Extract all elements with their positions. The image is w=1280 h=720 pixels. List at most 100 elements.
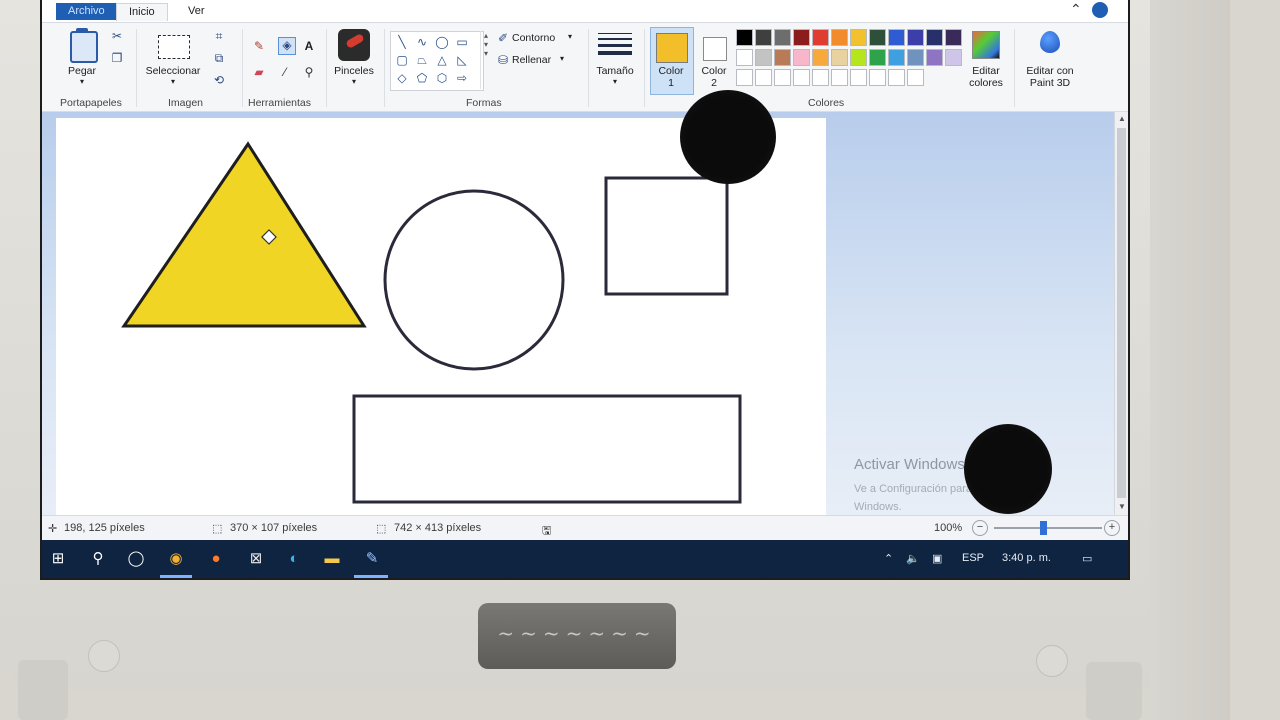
color-swatch[interactable] xyxy=(736,49,753,66)
cut-icon[interactable]: ✂ xyxy=(110,29,124,43)
show-hidden-icons-icon[interactable]: ⌃ xyxy=(884,552,893,565)
scroll-down-icon[interactable]: ▼ xyxy=(1115,502,1128,511)
color-swatch[interactable] xyxy=(755,49,772,66)
arrow-shape-icon[interactable]: ⇨ xyxy=(455,72,469,84)
color-swatch[interactable] xyxy=(888,49,905,66)
resize-icon[interactable]: ⧉ xyxy=(212,51,226,65)
tab-view[interactable]: Ver xyxy=(176,3,217,20)
color-swatch[interactable] xyxy=(793,49,810,66)
windows-start-icon[interactable]: ⊞ xyxy=(48,549,68,569)
color-swatch[interactable] xyxy=(793,69,810,86)
color-swatch[interactable] xyxy=(812,49,829,66)
text-tool-icon[interactable]: A xyxy=(302,39,316,53)
chrome-icon[interactable]: ◉ xyxy=(166,549,186,569)
volume-icon[interactable]: 🔈 xyxy=(906,552,920,565)
color-swatch[interactable] xyxy=(755,29,772,46)
triangle-shape-icon[interactable]: △ xyxy=(435,54,449,66)
color-swatch[interactable] xyxy=(812,69,829,86)
rectangle-shape-icon[interactable]: ▭ xyxy=(455,36,469,48)
rounded-rectangle-shape-icon[interactable]: ▢ xyxy=(395,54,409,66)
chevron-down-icon: ▾ xyxy=(79,77,84,86)
color-swatch[interactable] xyxy=(774,29,791,46)
help-icon[interactable] xyxy=(1092,2,1108,18)
color-swatch[interactable] xyxy=(850,29,867,46)
color-picker-icon[interactable]: ⁄ xyxy=(278,65,292,79)
search-icon[interactable]: ⚲ xyxy=(88,549,108,569)
color-swatch[interactable] xyxy=(736,69,753,86)
color-swatch[interactable] xyxy=(945,49,962,66)
network-icon[interactable]: ▣ xyxy=(932,552,942,565)
oval-shape-icon[interactable]: ◯ xyxy=(435,36,449,48)
outline-icon: ✐ xyxy=(497,31,509,45)
square-shape[interactable] xyxy=(604,176,729,296)
zoom-slider[interactable] xyxy=(994,527,1102,529)
color-swatch[interactable] xyxy=(812,29,829,46)
edit-with-paint3d-button[interactable]: Editar con Paint 3D xyxy=(1018,65,1082,89)
triangle-shape[interactable] xyxy=(121,141,367,328)
color-swatch[interactable] xyxy=(793,29,810,46)
input-language[interactable]: ESP xyxy=(962,552,984,564)
firefox-icon[interactable]: ● xyxy=(206,549,226,569)
pentagon-shape-icon[interactable]: ⬠ xyxy=(415,72,429,84)
color-swatch[interactable] xyxy=(907,29,924,46)
minimize-ribbon-icon[interactable]: ⌃ xyxy=(1070,1,1082,18)
color-swatch[interactable] xyxy=(755,69,772,86)
color-swatch[interactable] xyxy=(831,29,848,46)
color-swatch[interactable] xyxy=(926,49,943,66)
fill-bucket-icon[interactable]: ◈ xyxy=(278,37,296,55)
color-swatch[interactable] xyxy=(850,69,867,86)
hexagon-shape-icon[interactable]: ⬡ xyxy=(435,72,449,84)
line-shape-icon[interactable]: ╲ xyxy=(395,36,409,48)
edit-colors-button[interactable]: Editar colores xyxy=(962,65,1010,89)
image-group-label: Imagen xyxy=(168,97,204,109)
file-explorer-icon[interactable]: ▬ xyxy=(322,549,342,569)
circle-shape[interactable] xyxy=(383,189,565,371)
color-swatch[interactable] xyxy=(850,49,867,66)
outline-button[interactable]: Contorno xyxy=(512,32,555,44)
zoom-out-icon[interactable]: − xyxy=(972,520,988,536)
color-swatch[interactable] xyxy=(774,69,791,86)
color-swatch[interactable] xyxy=(831,49,848,66)
eraser-icon[interactable]: ▰ xyxy=(252,65,266,79)
task-view-icon[interactable]: ◯ xyxy=(126,549,146,569)
zoom-slider-thumb[interactable] xyxy=(1040,521,1047,535)
color-swatch[interactable] xyxy=(945,29,962,46)
color-swatch[interactable] xyxy=(869,69,886,86)
color-swatch[interactable] xyxy=(888,29,905,46)
color-swatch[interactable] xyxy=(869,29,886,46)
color-swatch[interactable] xyxy=(888,69,905,86)
fill-button[interactable]: Rellenar xyxy=(512,54,551,66)
color-swatch[interactable] xyxy=(831,69,848,86)
right-triangle-shape-icon[interactable]: ◺ xyxy=(455,54,469,66)
color2-swatch[interactable] xyxy=(703,37,727,61)
shapes-scroll[interactable]: ▴ ▾ ▾ xyxy=(480,31,491,89)
tab-home[interactable]: Inicio xyxy=(116,3,168,21)
taskbar: ⊞ ⚲ ◯ ◉ ● ⊠ ◐ ▬ ✎ ⌃ 🔈 ▣ ESP 3:40 p. m. ▭ xyxy=(42,540,1128,578)
vertical-scrollbar[interactable]: ▲ ▼ xyxy=(1114,112,1128,515)
polygon-shape-icon[interactable]: ⏢ xyxy=(415,54,429,66)
color-swatch[interactable] xyxy=(907,49,924,66)
color-swatch[interactable] xyxy=(736,29,753,46)
curve-shape-icon[interactable]: ∿ xyxy=(415,36,429,48)
color-swatch[interactable] xyxy=(774,49,791,66)
excel-icon[interactable]: ⊠ xyxy=(246,549,266,569)
edge-icon[interactable]: ◐ xyxy=(284,549,304,569)
magnifier-icon[interactable]: ⚲ xyxy=(302,65,316,79)
color-swatch[interactable] xyxy=(869,49,886,66)
pencil-icon[interactable]: ✎ xyxy=(252,39,266,53)
copy-icon[interactable]: ❐ xyxy=(110,51,124,65)
clock[interactable]: 3:40 p. m. xyxy=(1002,552,1051,564)
paint-icon[interactable]: ✎ xyxy=(362,549,382,569)
rotate-icon[interactable]: ⟲ xyxy=(212,73,226,87)
rectangle-shape[interactable] xyxy=(352,394,742,504)
color-swatch[interactable] xyxy=(926,29,943,46)
scroll-up-icon[interactable]: ▲ xyxy=(1115,114,1128,123)
scrollbar-thumb[interactable] xyxy=(1117,128,1126,498)
tab-file[interactable]: Archivo xyxy=(56,3,117,20)
color-swatch[interactable] xyxy=(907,69,924,86)
ribbon-tabs: Archivo Inicio Ver ⌃ xyxy=(42,0,1128,23)
crop-icon[interactable]: ⌗ xyxy=(212,29,226,43)
notifications-icon[interactable]: ▭ xyxy=(1082,552,1092,565)
zoom-in-icon[interactable]: + xyxy=(1104,520,1120,536)
diamond-shape-icon[interactable]: ◇ xyxy=(395,72,409,84)
